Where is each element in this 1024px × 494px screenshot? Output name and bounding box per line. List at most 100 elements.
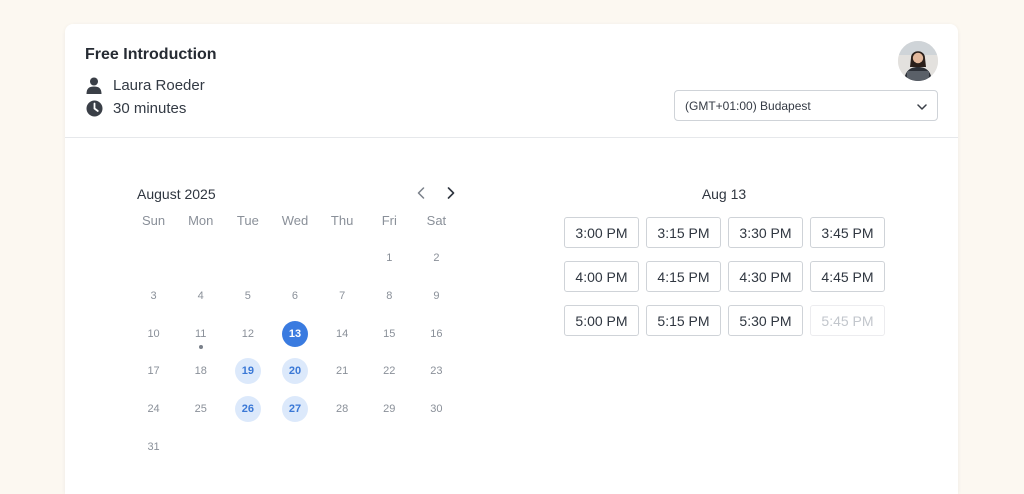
clock-icon (85, 99, 103, 117)
time-slot-button[interactable]: 4:15 PM (646, 261, 721, 292)
duration-text: 30 minutes (113, 99, 187, 117)
calendar-day-6: 6 (271, 277, 318, 315)
calendar-day-number: 20 (281, 358, 308, 385)
calendar-day-number: 1 (386, 252, 393, 264)
calendar-week: 31 (130, 428, 460, 466)
time-slot-button[interactable]: 5:00 PM (564, 305, 639, 336)
chevron-left-icon (417, 187, 425, 199)
weekday-header: Sun Mon Tue Wed Thu Fri Sat (130, 213, 460, 228)
calendar-day-30: 30 (413, 390, 460, 428)
time-slot-button[interactable]: 3:00 PM (564, 217, 639, 248)
calendar-empty-cell (224, 239, 271, 277)
calendar-day-12: 12 (224, 315, 271, 353)
calendar-day-16: 16 (413, 315, 460, 353)
calendar-day-number: 13 (281, 320, 308, 347)
calendar-day-18: 18 (177, 352, 224, 390)
calendar-day-5: 5 (224, 277, 271, 315)
timezone-value: (GMT+01:00) Budapest (685, 98, 811, 113)
weekday-label: Sat (426, 213, 447, 228)
calendar-day-number (188, 434, 214, 460)
calendar-day-24: 24 (130, 390, 177, 428)
calendar-day-22: 22 (366, 352, 413, 390)
time-slot-button[interactable]: 3:30 PM (728, 217, 803, 248)
calendar-day-9: 9 (413, 277, 460, 315)
calendar-day-19[interactable]: 19 (224, 352, 271, 390)
calendar-day-number: 26 (234, 396, 261, 423)
calendar-day-number: 11 (194, 327, 207, 340)
event-header: Free Introduction Laura Roeder 30 minute… (65, 24, 958, 138)
calendar-day-number: 24 (147, 403, 160, 416)
weekday-label: Wed (281, 213, 309, 228)
calendar-day-number: 18 (194, 365, 207, 378)
weekday-label: Thu (330, 213, 354, 228)
calendar-day-number: 3 (150, 289, 157, 302)
calendar-empty-cell (319, 428, 366, 466)
calendar-day-number: 28 (336, 403, 349, 416)
time-slot-button[interactable]: 3:45 PM (810, 217, 885, 248)
timezone-select[interactable]: (GMT+01:00) Budapest (674, 90, 938, 121)
calendar-week: 12 (130, 239, 460, 277)
time-slot-button[interactable]: 3:15 PM (646, 217, 721, 248)
prev-month-button[interactable] (410, 182, 432, 204)
calendar-day-number: 6 (291, 289, 299, 302)
calendar-day-8: 8 (366, 277, 413, 315)
calendar-day-number (188, 245, 214, 271)
calendar-day-number (141, 245, 167, 271)
calendar-day-29: 29 (366, 390, 413, 428)
calendar-day-number: 31 (147, 441, 160, 453)
calendar-empty-cell (413, 428, 460, 466)
calendar-day-15: 15 (366, 315, 413, 353)
calendar-month-label: August 2025 (137, 186, 216, 202)
calendar-day-number: 19 (234, 358, 261, 385)
calendar-day-number (423, 434, 449, 460)
calendar-empty-cell (271, 428, 318, 466)
time-slot-button[interactable]: 4:30 PM (728, 261, 803, 292)
calendar-day-number: 2 (433, 252, 440, 264)
time-slot-button[interactable]: 4:45 PM (810, 261, 885, 292)
calendar-day-21: 21 (319, 352, 366, 390)
calendar-empty-cell (271, 239, 318, 277)
next-month-button[interactable] (440, 182, 462, 204)
calendar-empty-cell (366, 428, 413, 466)
time-slot-button[interactable]: 4:00 PM (564, 261, 639, 292)
calendar-day-number: 5 (244, 289, 251, 302)
person-icon (85, 76, 103, 94)
calendar-day-2: 2 (413, 239, 460, 277)
time-slot-button[interactable]: 5:30 PM (728, 305, 803, 336)
calendar-day-number (235, 434, 261, 460)
calendar-day-number (329, 434, 355, 460)
calendar-week: 24 25 26 27 28 29 30 (130, 390, 460, 428)
calendar-day-number: 7 (339, 289, 346, 302)
weekday-label: Sun (142, 213, 166, 228)
chevron-right-icon (447, 187, 455, 199)
calendar-day-20[interactable]: 20 (271, 352, 318, 390)
calendar-day-23: 23 (413, 352, 460, 390)
weekday-label: Fri (381, 213, 397, 228)
calendar-day-31: 31 (130, 428, 177, 466)
calendar-day-number (376, 434, 402, 460)
time-slot-grid: 3:00 PM 3:15 PM 3:30 PM 3:45 PM 4:00 PM 4:15 … (564, 217, 885, 336)
calendar-week: 3 4 5 6 7 8 9 (130, 277, 460, 315)
selected-date-label: Aug 13 (701, 186, 747, 202)
calendar-week: 17 18 19 20 21 22 23 (130, 352, 460, 390)
weekday-label: Mon (188, 213, 214, 228)
calendar-day-13[interactable]: 13 (271, 315, 318, 353)
calendar-day-7: 7 (319, 277, 366, 315)
calendar-day-11: 11 (177, 315, 224, 353)
calendar-day-number: 27 (281, 396, 308, 423)
duration-row: 30 minutes (85, 99, 186, 117)
chevron-down-icon (917, 99, 927, 113)
booking-card: Free Introduction Laura Roeder 30 minute… (65, 24, 958, 494)
host-row: Laura Roeder (85, 76, 205, 94)
calendar-day-26[interactable]: 26 (224, 390, 271, 428)
host-name: Laura Roeder (113, 76, 205, 94)
calendar-empty-cell (130, 239, 177, 277)
calendar-day-number: 14 (336, 327, 349, 340)
calendar-empty-cell (177, 428, 224, 466)
calendar-day-10: 10 (130, 315, 177, 353)
time-slot-button[interactable]: 5:15 PM (646, 305, 721, 336)
calendar-day-3: 3 (130, 277, 177, 315)
calendar-day-1: 1 (366, 239, 413, 277)
calendar-day-27[interactable]: 27 (271, 390, 318, 428)
calendar-day-number: 8 (386, 289, 393, 302)
